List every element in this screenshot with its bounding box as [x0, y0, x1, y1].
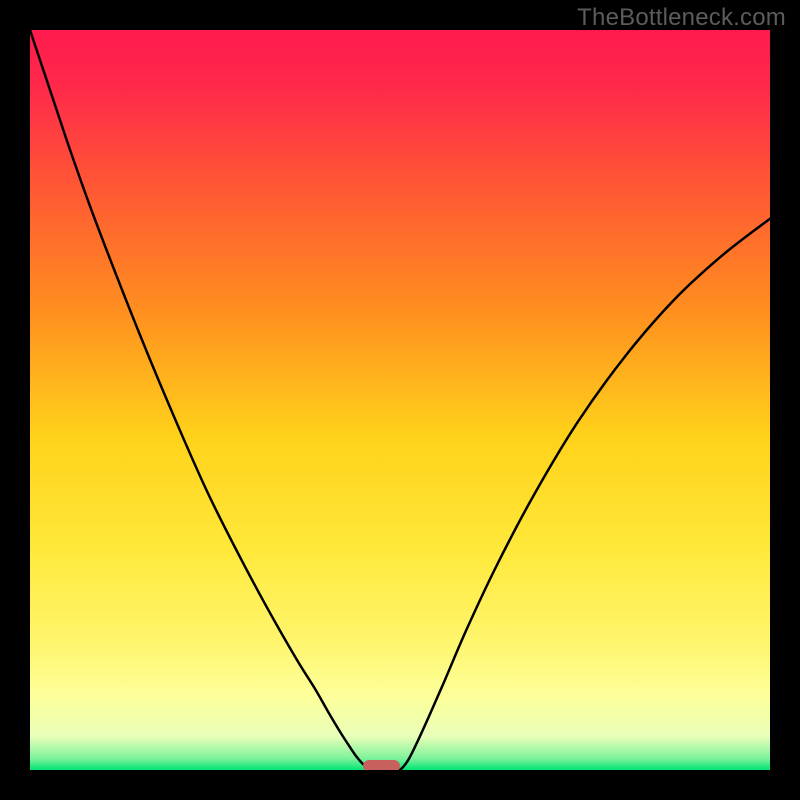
optimal-range-marker	[363, 760, 400, 770]
curve-left-branch	[30, 30, 370, 770]
bottleneck-curve	[30, 30, 770, 770]
curve-right-branch	[400, 219, 770, 770]
plot-area	[30, 30, 770, 770]
watermark-text: TheBottleneck.com	[577, 4, 786, 32]
chart-frame: TheBottleneck.com	[0, 0, 800, 800]
